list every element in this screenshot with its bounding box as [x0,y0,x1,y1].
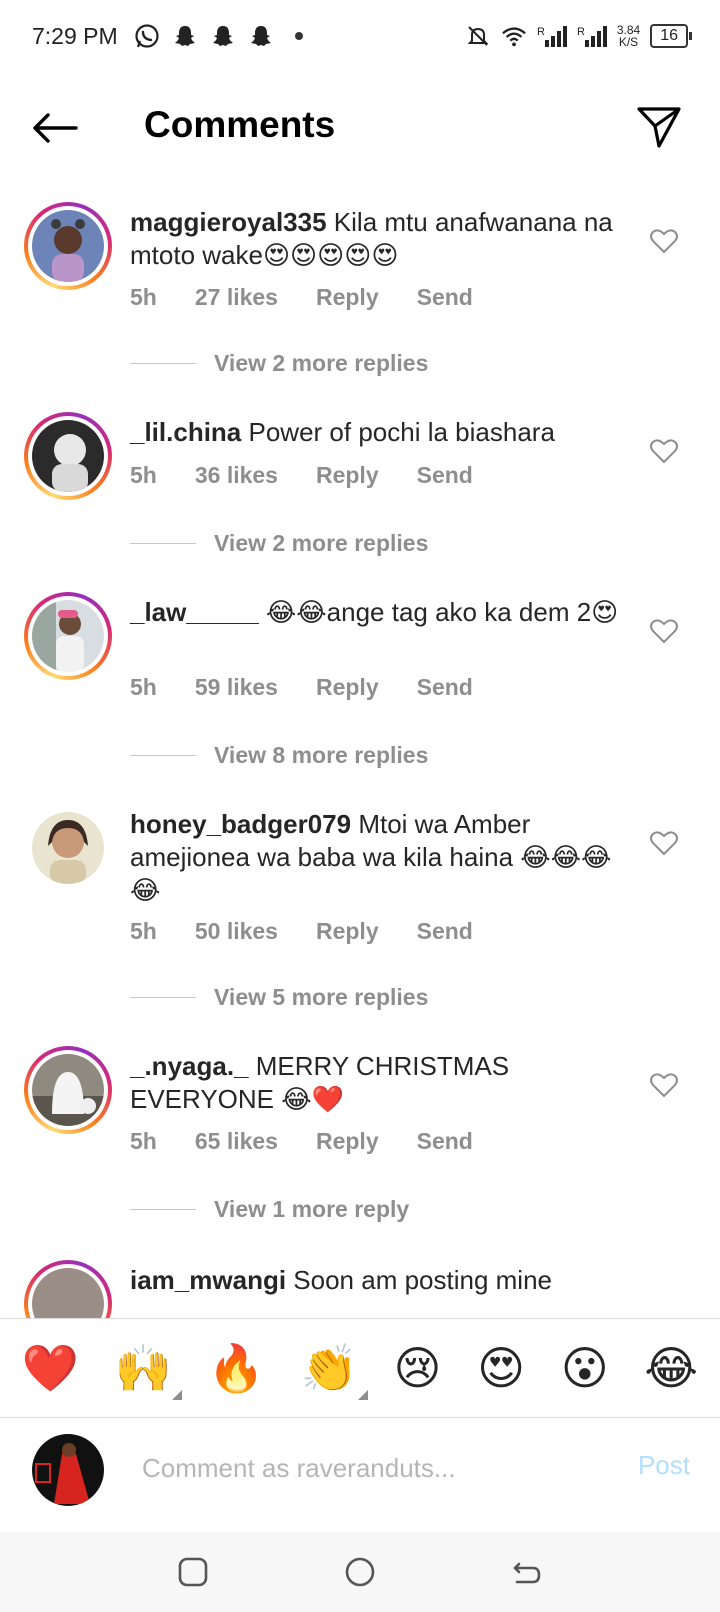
avatar[interactable] [32,812,104,884]
divider [130,542,196,545]
divider [130,1208,196,1211]
comment-time: 5h [130,918,157,944]
avatar[interactable] [24,1046,112,1134]
reply-button[interactable]: Reply [316,918,379,945]
variant-corner-icon [357,1390,368,1400]
recents-square-icon [179,1557,208,1587]
likes-count[interactable]: 27 likes [195,284,278,311]
network-speed: 3.84 K/S [616,23,641,49]
likes-count[interactable]: 65 likes [195,1128,278,1155]
emoji-laughing[interactable]: 😂 [644,1340,698,1396]
divider [130,754,196,757]
avatar[interactable] [24,202,112,290]
bell-off-icon [465,23,491,49]
comment-input[interactable] [142,1444,602,1492]
likes-count[interactable]: 36 likes [195,462,278,489]
view-replies-button[interactable]: View 1 more reply [130,1196,409,1223]
send-button[interactable]: Send [417,918,473,945]
svg-text:R: R [537,26,545,38]
arrow-left-icon [33,113,78,143]
paper-plane-icon [637,107,681,148]
post-button[interactable]: Post [638,1450,690,1481]
comment-text: Soon am posting mine [293,1265,553,1295]
comment-text: 😂😂ange tag ako ka dem 2😍 [265,597,619,627]
send-button[interactable]: Send [417,284,473,311]
view-replies-button[interactable]: View 8 more replies [130,742,428,769]
emoji-raised-hands[interactable]: 🙌 [115,1340,183,1400]
comment-username[interactable]: _.nyaga._ [130,1051,249,1081]
back-nav-button[interactable] [507,1552,547,1592]
recents-button[interactable] [173,1552,213,1592]
heart-icon [650,229,678,254]
emoji-clapping[interactable]: 👏 [301,1340,368,1400]
view-replies-button[interactable]: View 5 more replies [130,984,428,1011]
like-button[interactable] [650,438,680,468]
heart-icon [650,439,678,464]
whatsapp-icon [134,23,160,49]
home-circle-icon [345,1557,375,1587]
snapchat-icon [248,23,274,49]
like-button[interactable] [650,830,680,860]
emoji-fire[interactable]: 🔥 [208,1340,265,1396]
like-button[interactable] [650,228,680,258]
back-button[interactable] [30,106,80,150]
like-button[interactable] [650,1072,680,1102]
system-nav-bar [0,1532,720,1612]
snapchat-icon [172,23,198,49]
emoji-crying[interactable]: 😢 [394,1340,442,1396]
comment-text: Power of pochi la biashara [248,417,555,447]
avatar[interactable] [24,412,112,500]
page-title: Comments [144,104,336,145]
send-button[interactable]: Send [417,674,473,701]
send-button[interactable]: Send [417,462,473,489]
comment-username[interactable]: _lil.china [130,417,241,447]
comments-list[interactable]: maggieroyal335 Kila mtu anafwanana na mt… [0,200,720,1320]
my-avatar [32,1434,104,1506]
emoji-heart-eyes[interactable]: 😍 [477,1340,525,1396]
variant-corner-icon [172,1390,183,1400]
comment-username[interactable]: iam_mwangi [130,1265,286,1295]
heart-icon [650,619,678,644]
divider [130,362,196,365]
signal-icon: R [537,23,567,49]
wifi-icon [501,23,527,49]
reply-button[interactable]: Reply [316,674,379,701]
svg-text:R: R [577,26,585,38]
avatar[interactable] [24,592,112,680]
reply-button[interactable]: Reply [316,284,379,311]
status-bar: 7:29 PM R R 3.84 K/S 16 [0,0,720,72]
emoji-heart[interactable]: ❤️ [22,1340,79,1396]
view-replies-button[interactable]: View 2 more replies [130,350,428,377]
view-replies-button[interactable]: View 2 more replies [130,530,428,557]
likes-count[interactable]: 50 likes [195,918,278,945]
like-button[interactable] [650,618,680,648]
comment-time: 5h [130,284,157,310]
comment-username[interactable]: _law_____ [130,597,259,627]
status-time: 7:29 PM [32,22,118,49]
emoji-surprised[interactable]: 😮 [561,1340,609,1396]
comment-time: 5h [130,462,157,488]
heart-icon [650,831,678,856]
back-arrow-icon [513,1562,540,1584]
comment-time: 5h [130,1128,157,1154]
avatar[interactable] [24,1260,112,1320]
divider [130,996,196,999]
comment-time: 5h [130,674,157,700]
comment-username[interactable]: honey_badger079 [130,809,351,839]
reply-button[interactable]: Reply [316,1128,379,1155]
reply-button[interactable]: Reply [316,462,379,489]
share-button[interactable] [634,102,684,152]
snapchat-icon [210,23,236,49]
header: Comments [0,88,720,168]
comment-username[interactable]: maggieroyal335 [130,207,327,237]
heart-icon [650,1073,678,1098]
likes-count[interactable]: 59 likes [195,674,278,701]
battery-indicator: 16 [650,24,692,48]
send-button[interactable]: Send [417,1128,473,1155]
dot-icon [286,23,312,49]
comment-composer: Post [0,1420,720,1532]
emoji-reaction-bar: ❤️ 🙌 🔥 👏 😢 😍 😮 😂 [0,1318,720,1418]
signal-icon: R [577,23,607,49]
home-button[interactable] [340,1552,380,1592]
